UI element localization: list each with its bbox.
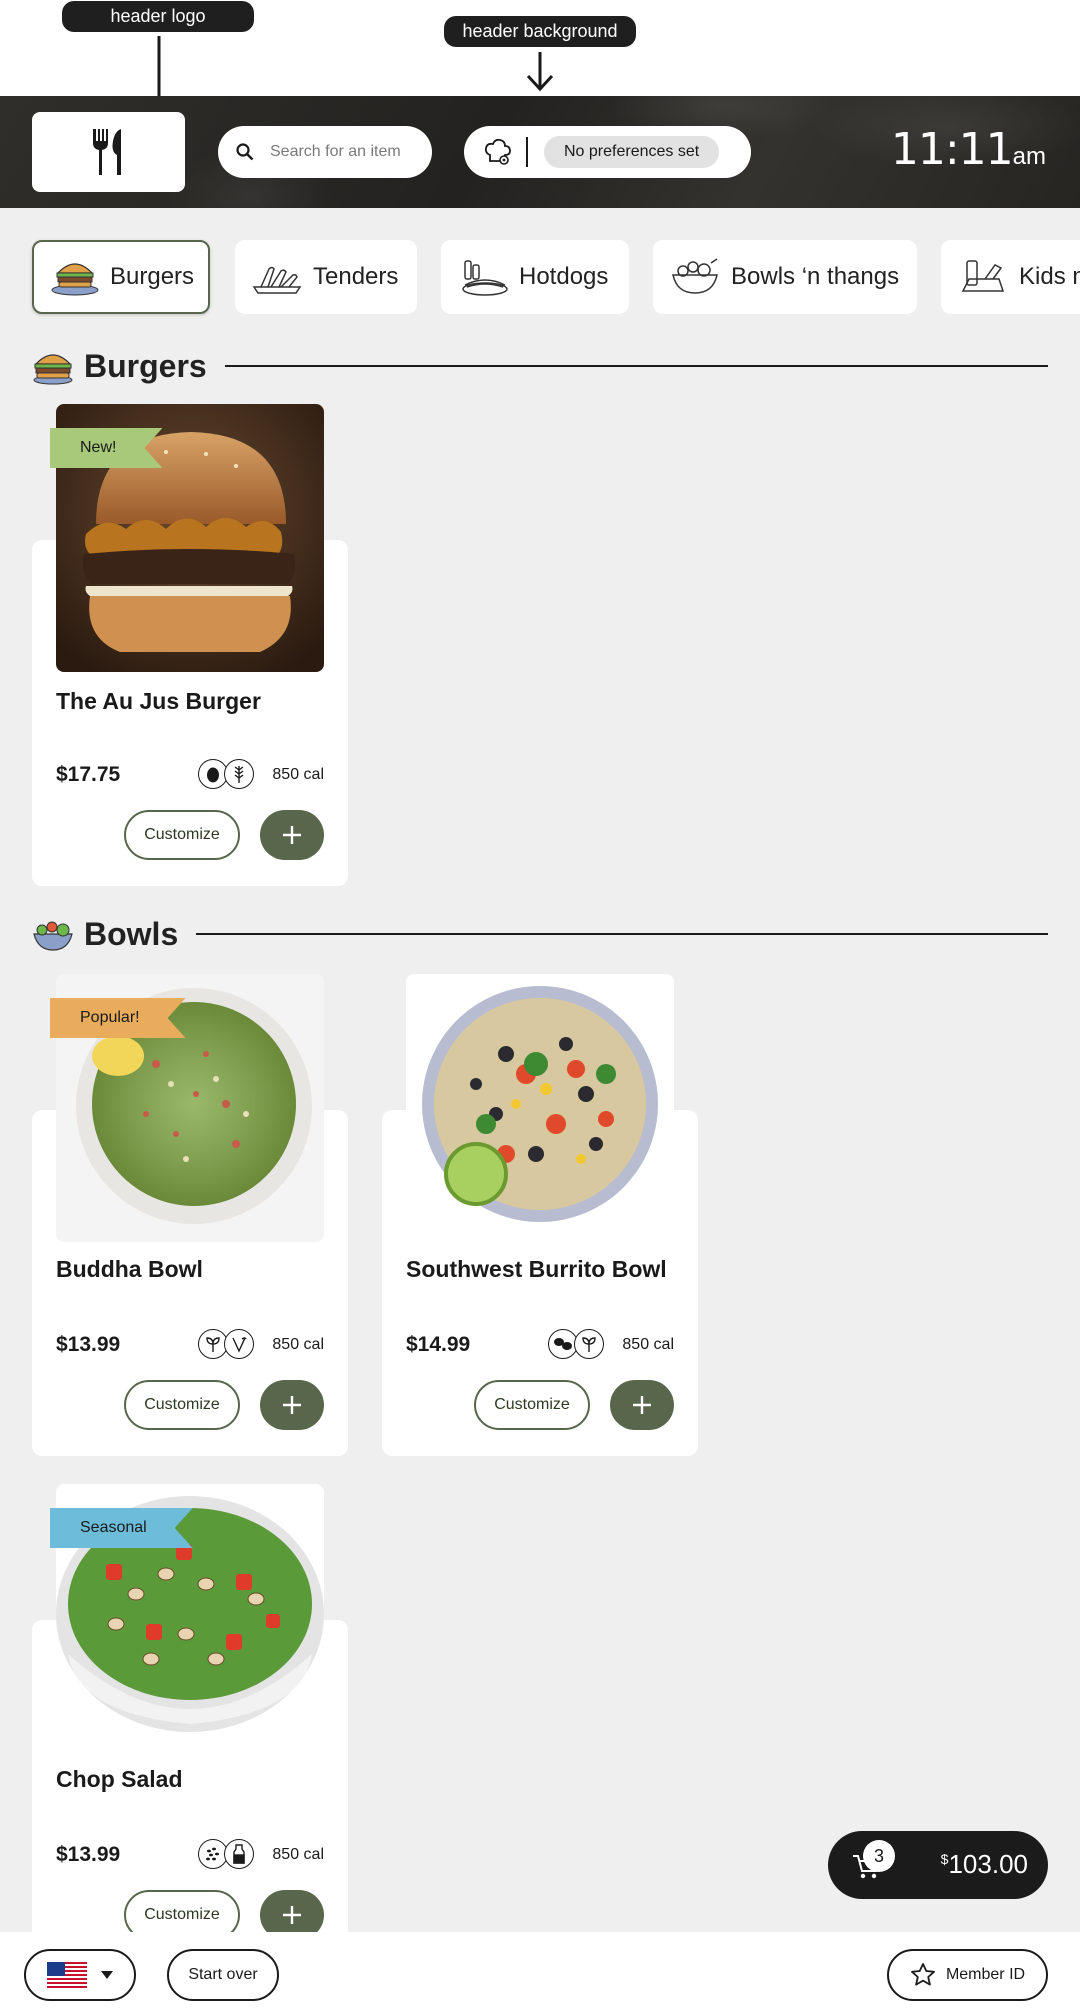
badge-popular: Popular! <box>50 998 186 1038</box>
us-flag-icon <box>47 1962 87 1988</box>
badge-seasonal: Seasonal <box>50 1508 193 1548</box>
product-calories: 850 cal <box>272 1336 324 1353</box>
clock-ampm: am <box>1012 143 1046 170</box>
dietary-icons <box>198 759 254 789</box>
header-background-annotation: header background <box>444 16 636 47</box>
plus-icon <box>283 826 301 844</box>
member-id-label: Member ID <box>945 1966 1026 1983</box>
tab-label: Bowls ‘n thangs <box>731 263 900 290</box>
clock: 11:11am <box>891 124 1046 175</box>
product-name: The Au Jus Burger <box>56 688 261 714</box>
burger-icon <box>33 354 73 385</box>
star-icon <box>911 1963 935 1986</box>
search-input[interactable]: Search for an item <box>218 126 432 178</box>
tab-bowls[interactable]: Bowls ‘n thangs <box>653 240 917 314</box>
cart-total: $103.00 <box>941 1849 1028 1880</box>
product-price: $13.99 <box>56 1333 121 1356</box>
dietary-icons <box>548 1329 604 1359</box>
section-header-burgers: Burgers <box>32 344 1048 388</box>
chevron-down-icon <box>101 1971 113 1979</box>
dairy-icon <box>224 1839 254 1869</box>
header: Search for an item No preferences set 11… <box>0 96 1080 208</box>
section-header-bowls: Bowls <box>32 912 1048 956</box>
dietary-icons <box>198 1329 254 1359</box>
clock-time: 11:11 <box>890 124 1014 175</box>
product-image <box>406 974 674 1242</box>
vegetarian-icon <box>574 1329 604 1359</box>
tab-kids-meals[interactable]: Kids m <box>941 240 1080 314</box>
vegan-icon <box>224 1329 254 1359</box>
chef-hat-settings-icon <box>484 138 511 165</box>
hotdog-icon <box>457 255 509 299</box>
header-logo[interactable] <box>32 112 185 192</box>
wheat-icon <box>224 759 254 789</box>
footer-bar: Start over Member ID <box>0 1932 1080 2016</box>
product-calories: 850 cal <box>272 766 324 783</box>
section-divider <box>196 933 1048 935</box>
tab-label: Kids m <box>1019 263 1080 290</box>
product-card-buddha-bowl[interactable]: Popular! Buddha Bowl $13.99 850 cal Cust… <box>32 974 348 1456</box>
bowl-icon <box>669 255 721 299</box>
cart-currency: $ <box>940 1851 949 1867</box>
cart-button[interactable]: 3 $103.00 <box>828 1831 1048 1899</box>
customize-button[interactable]: Customize <box>124 1890 240 1932</box>
preferences-button[interactable]: No preferences set <box>464 126 751 178</box>
tenders-icon <box>251 255 303 299</box>
tab-label: Hotdogs <box>519 263 609 290</box>
annotation-arrow <box>526 52 554 92</box>
plus-icon <box>283 1396 301 1414</box>
customize-button[interactable]: Customize <box>474 1380 590 1430</box>
product-price: $14.99 <box>406 1333 471 1356</box>
preferences-status: No preferences set <box>544 136 720 168</box>
add-to-cart-button[interactable] <box>610 1380 674 1430</box>
search-placeholder: Search for an item <box>270 143 401 160</box>
language-selector[interactable] <box>24 1949 136 2001</box>
kids-meal-icon <box>957 255 1009 299</box>
plus-icon <box>633 1396 651 1414</box>
burger-icon <box>50 255 100 299</box>
product-card-au-jus-burger[interactable]: New! The Au Jus Burger $17.75 850 cal Cu… <box>32 404 348 886</box>
cart-total-value: 103.00 <box>948 1849 1028 1879</box>
annotation-arrow-tip <box>145 66 173 102</box>
preferences-divider <box>526 137 528 167</box>
tab-burgers[interactable]: Burgers <box>32 240 210 314</box>
dietary-icons <box>198 1839 254 1869</box>
section-title: Bowls <box>84 915 179 952</box>
tab-label: Tenders <box>313 263 399 290</box>
add-to-cart-button[interactable] <box>260 1380 324 1430</box>
section-divider <box>224 365 1048 367</box>
product-price: $13.99 <box>56 1843 121 1866</box>
bowl-icon <box>33 921 73 951</box>
fork-knife-icon <box>92 129 121 175</box>
product-price: $17.75 <box>56 763 121 786</box>
plus-icon <box>283 1906 301 1924</box>
product-card-chop-salad[interactable]: Seasonal Chop Salad $13.99 850 cal Custo… <box>32 1484 348 1932</box>
tab-tenders[interactable]: Tenders <box>235 240 417 314</box>
cart-count-badge: 3 <box>863 1840 895 1872</box>
add-to-cart-button[interactable] <box>260 1890 324 1932</box>
start-over-button[interactable]: Start over <box>167 1949 279 2001</box>
product-card-southwest-burrito-bowl[interactable]: Southwest Burrito Bowl $14.99 850 cal Cu… <box>382 974 698 1456</box>
product-calories: 850 cal <box>622 1336 674 1353</box>
product-calories: 850 cal <box>272 1846 324 1863</box>
product-name: Buddha Bowl <box>56 1256 203 1282</box>
member-id-button[interactable]: Member ID <box>887 1949 1048 2001</box>
tab-hotdogs[interactable]: Hotdogs <box>441 240 629 314</box>
tab-label: Burgers <box>110 263 195 290</box>
header-logo-annotation: header logo <box>62 1 254 32</box>
section-title: Burgers <box>84 347 207 384</box>
add-to-cart-button[interactable] <box>260 810 324 860</box>
product-name: Chop Salad <box>56 1766 183 1792</box>
category-tabs: Burgers Tenders Hotdogs Bowls ‘n thangs … <box>0 238 1080 318</box>
customize-button[interactable]: Customize <box>124 810 240 860</box>
product-name: Southwest Burrito Bowl <box>406 1256 667 1282</box>
search-icon <box>236 143 254 161</box>
customize-button[interactable]: Customize <box>124 1380 240 1430</box>
